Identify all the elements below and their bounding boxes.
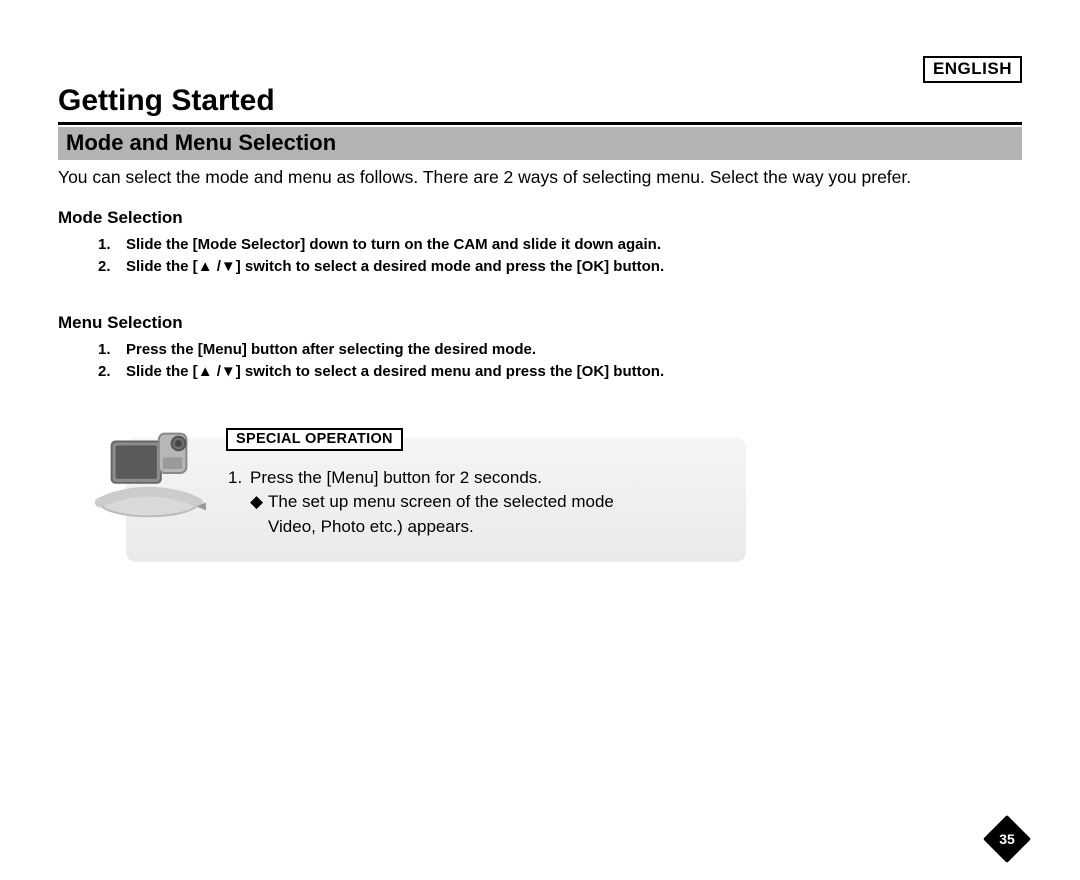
step-number: 1. [98, 339, 126, 362]
up-down-arrows-icon: ▲ /▼ [198, 256, 236, 279]
camera-icon [90, 412, 208, 530]
mode-selection-steps: 1. Slide the [Mode Selector] down to tur… [98, 234, 1022, 279]
diamond-bullet-icon: ◆ [250, 490, 268, 539]
list-item: 2. Slide the [▲ /▼] switch to select a d… [98, 361, 1022, 384]
special-operation-callout: SPECIAL OPERATION 1. Press the [Menu] bu… [126, 438, 746, 562]
step-text: Slide the [Mode Selector] down to turn o… [126, 234, 661, 257]
menu-selection-steps: 1. Press the [Menu] button after selecti… [98, 339, 1022, 384]
section-heading-bar: Mode and Menu Selection [58, 127, 1022, 160]
subheading-mode-selection: Mode Selection [58, 208, 1022, 228]
step-number: 1. [98, 234, 126, 257]
step-text: Press the [Menu] button after selecting … [126, 339, 536, 362]
step-text: Slide the [▲ /▼] switch to select a desi… [126, 361, 664, 384]
callout-line: Press the [Menu] button for 2 seconds. [250, 466, 542, 491]
language-badge: ENGLISH [923, 56, 1022, 83]
subheading-menu-selection: Menu Selection [58, 313, 1022, 333]
list-item: 2. Slide the [▲ /▼] switch to select a d… [98, 256, 1022, 279]
list-item: 1. Press the [Menu] button after selecti… [98, 339, 1022, 362]
list-item: 1. Slide the [Mode Selector] down to tur… [98, 234, 1022, 257]
callout-line: The set up menu screen of the selected m… [268, 490, 614, 539]
intro-text: You can select the mode and menu as foll… [58, 166, 1022, 190]
special-operation-label: SPECIAL OPERATION [226, 428, 403, 451]
step-number: 1. [228, 466, 250, 491]
page-title: Getting Started [58, 84, 1022, 118]
step-number: 2. [98, 256, 126, 279]
divider [58, 122, 1022, 125]
page-number-badge: 35 [990, 822, 1024, 856]
up-down-arrows-icon: ▲ /▼ [198, 361, 236, 384]
step-text: Slide the [▲ /▼] switch to select a desi… [126, 256, 664, 279]
step-number: 2. [98, 361, 126, 384]
